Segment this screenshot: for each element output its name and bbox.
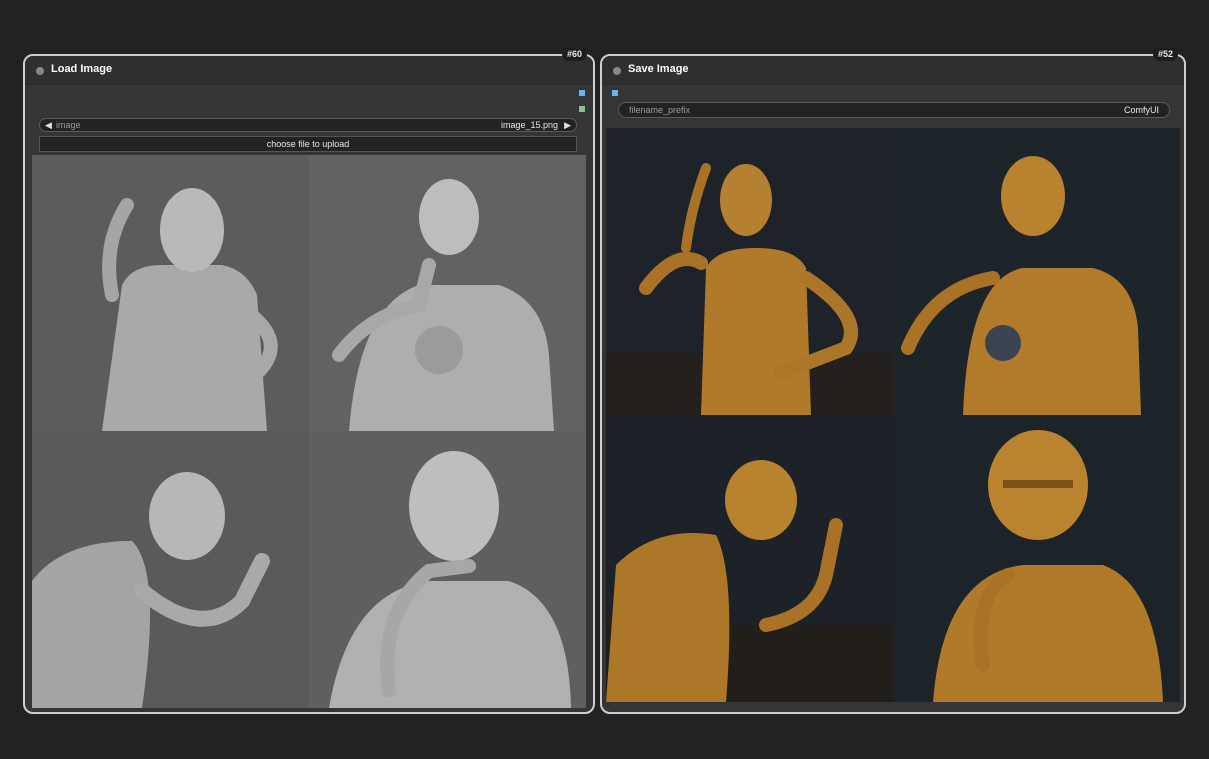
filename-prefix-label: filename_prefix bbox=[629, 105, 691, 115]
mask-output-slot[interactable] bbox=[579, 106, 585, 112]
robot-tile bbox=[606, 415, 893, 702]
images-input-slot[interactable] bbox=[612, 90, 618, 96]
image-combo-widget[interactable]: ◀ image image_15.png ▶ bbox=[39, 118, 577, 132]
node-title: Save Image bbox=[628, 63, 689, 75]
robot-tile bbox=[893, 415, 1180, 702]
filename-prefix-value: ComfyUI bbox=[1123, 105, 1159, 115]
mannequin-figure bbox=[309, 155, 586, 431]
image-widget-value: image_15.png bbox=[500, 120, 558, 130]
mannequin-tile bbox=[32, 431, 309, 708]
robot-tile bbox=[893, 128, 1180, 415]
node-id-badge: #52 bbox=[1152, 47, 1178, 61]
filename-prefix-widget[interactable]: filename_prefix ComfyUI bbox=[618, 102, 1170, 118]
load-image-node[interactable]: Load Image #60 ◀ image image_15.png ▶ ch… bbox=[23, 47, 595, 714]
left-arrow-icon[interactable]: ◀ bbox=[45, 120, 52, 131]
collapse-toggle[interactable] bbox=[613, 67, 621, 75]
robot-figure bbox=[893, 415, 1180, 702]
robot-figure bbox=[606, 128, 893, 415]
mannequin-figure bbox=[32, 155, 309, 431]
node-title: Load Image bbox=[51, 63, 113, 75]
choose-file-button[interactable]: choose file to upload bbox=[39, 136, 577, 152]
image-widget-label: image bbox=[56, 120, 81, 130]
saved-image-preview bbox=[606, 128, 1180, 702]
node-header[interactable]: Load Image bbox=[25, 56, 593, 85]
right-arrow-icon[interactable]: ▶ bbox=[564, 120, 571, 131]
mannequin-figure bbox=[32, 431, 309, 708]
image-output-slot[interactable] bbox=[579, 90, 585, 96]
robot-figure bbox=[606, 415, 893, 702]
mannequin-figure bbox=[309, 431, 586, 708]
mannequin-tile bbox=[309, 431, 586, 708]
robot-tile bbox=[606, 128, 893, 415]
loaded-image-preview bbox=[32, 155, 586, 708]
collapse-toggle[interactable] bbox=[36, 67, 44, 75]
node-id-badge: #60 bbox=[561, 47, 587, 61]
node-header[interactable]: Save Image bbox=[602, 56, 1184, 85]
mannequin-tile bbox=[32, 155, 309, 431]
save-image-node[interactable]: Save Image #52 filename_prefix ComfyUI bbox=[600, 47, 1186, 714]
robot-figure bbox=[893, 128, 1180, 415]
mannequin-tile bbox=[309, 155, 586, 431]
